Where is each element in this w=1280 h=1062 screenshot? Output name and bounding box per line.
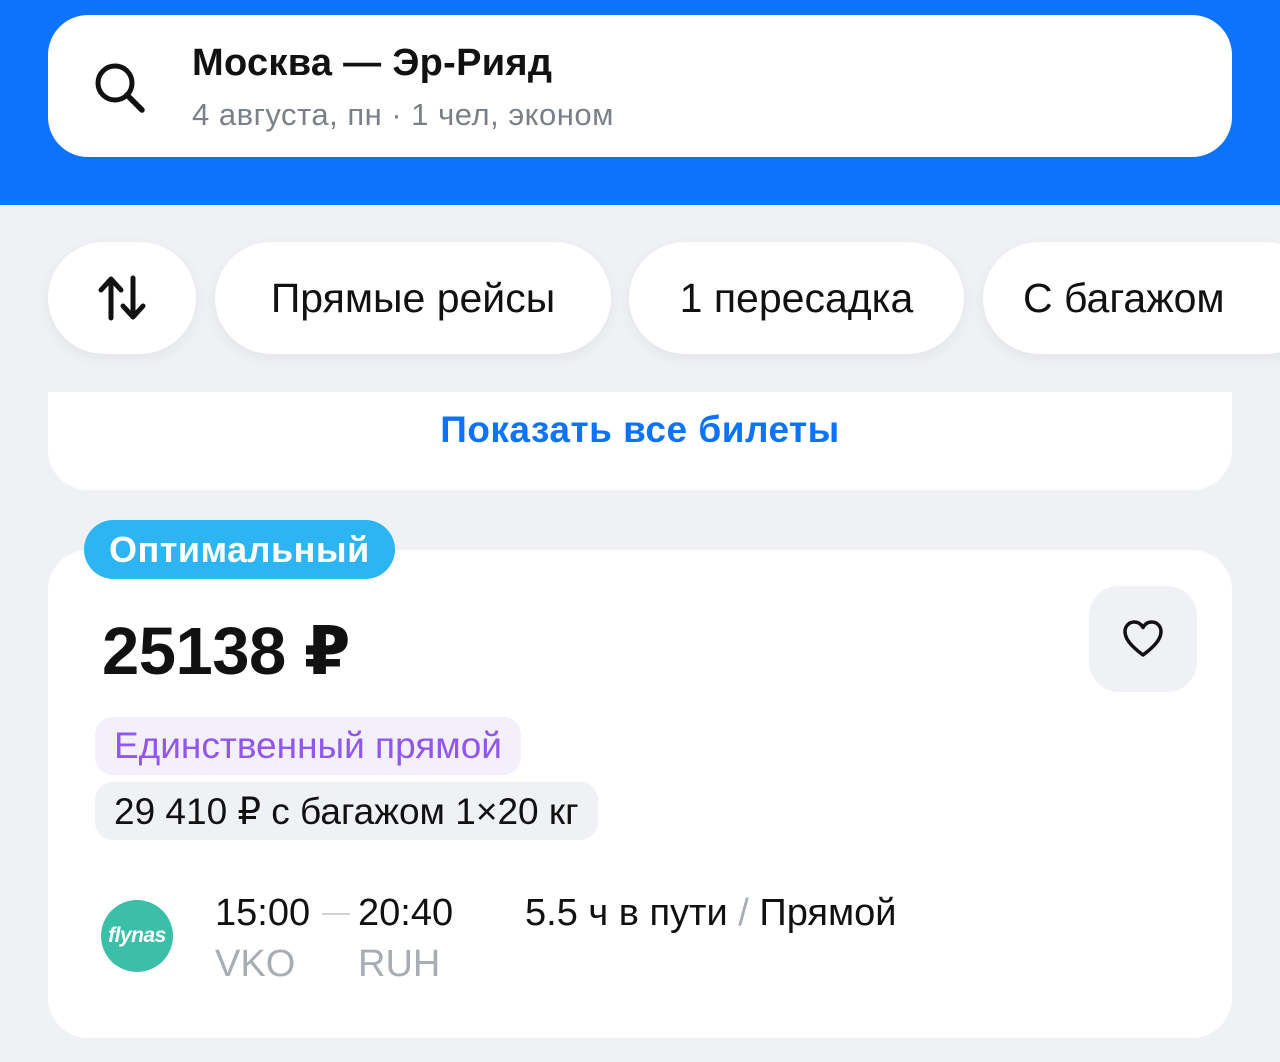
search-details: 4 августа, пн · 1 чел, эконом: [192, 97, 614, 132]
airline-logo: flynas: [101, 900, 173, 972]
baggage-price-tag: 29 410 ₽ с багажом 1×20 кг: [95, 782, 598, 840]
stops-text: Прямой: [759, 892, 897, 934]
airline-logo-text: flynas: [108, 924, 166, 947]
time-separator: [322, 913, 350, 915]
favorite-button[interactable]: [1089, 586, 1197, 692]
duration-separator: /: [738, 892, 749, 934]
ticket-price: 25138 ₽: [102, 614, 351, 689]
optimal-badge: Оптимальный: [84, 520, 395, 579]
departure-airport: VKO: [215, 943, 296, 985]
search-summary-card[interactable]: [48, 15, 1232, 157]
duration-text: 5.5 ч в пути: [525, 892, 728, 934]
sort-arrows-icon: [98, 275, 146, 321]
arrival-airport: RUH: [358, 943, 441, 985]
flight-duration: 5.5 ч в пути / Прямой: [525, 892, 896, 935]
heart-icon: [1123, 620, 1163, 657]
filter-direct-flights[interactable]: Прямые рейсы: [215, 242, 611, 354]
only-direct-tag: Единственный прямой: [95, 717, 521, 775]
search-route: Москва — Эр-Рияд: [192, 42, 553, 84]
arrival-time: 20:40: [358, 892, 454, 934]
departure-time: 15:00: [215, 892, 311, 934]
show-all-card: Показать все билеты: [48, 392, 1232, 490]
filter-with-baggage[interactable]: С багажом: [983, 242, 1280, 354]
sort-button[interactable]: [48, 242, 196, 354]
search-icon: [95, 63, 145, 113]
show-all-tickets-link[interactable]: Показать все билеты: [440, 409, 840, 451]
filter-one-transfer[interactable]: 1 пересадка: [629, 242, 964, 354]
